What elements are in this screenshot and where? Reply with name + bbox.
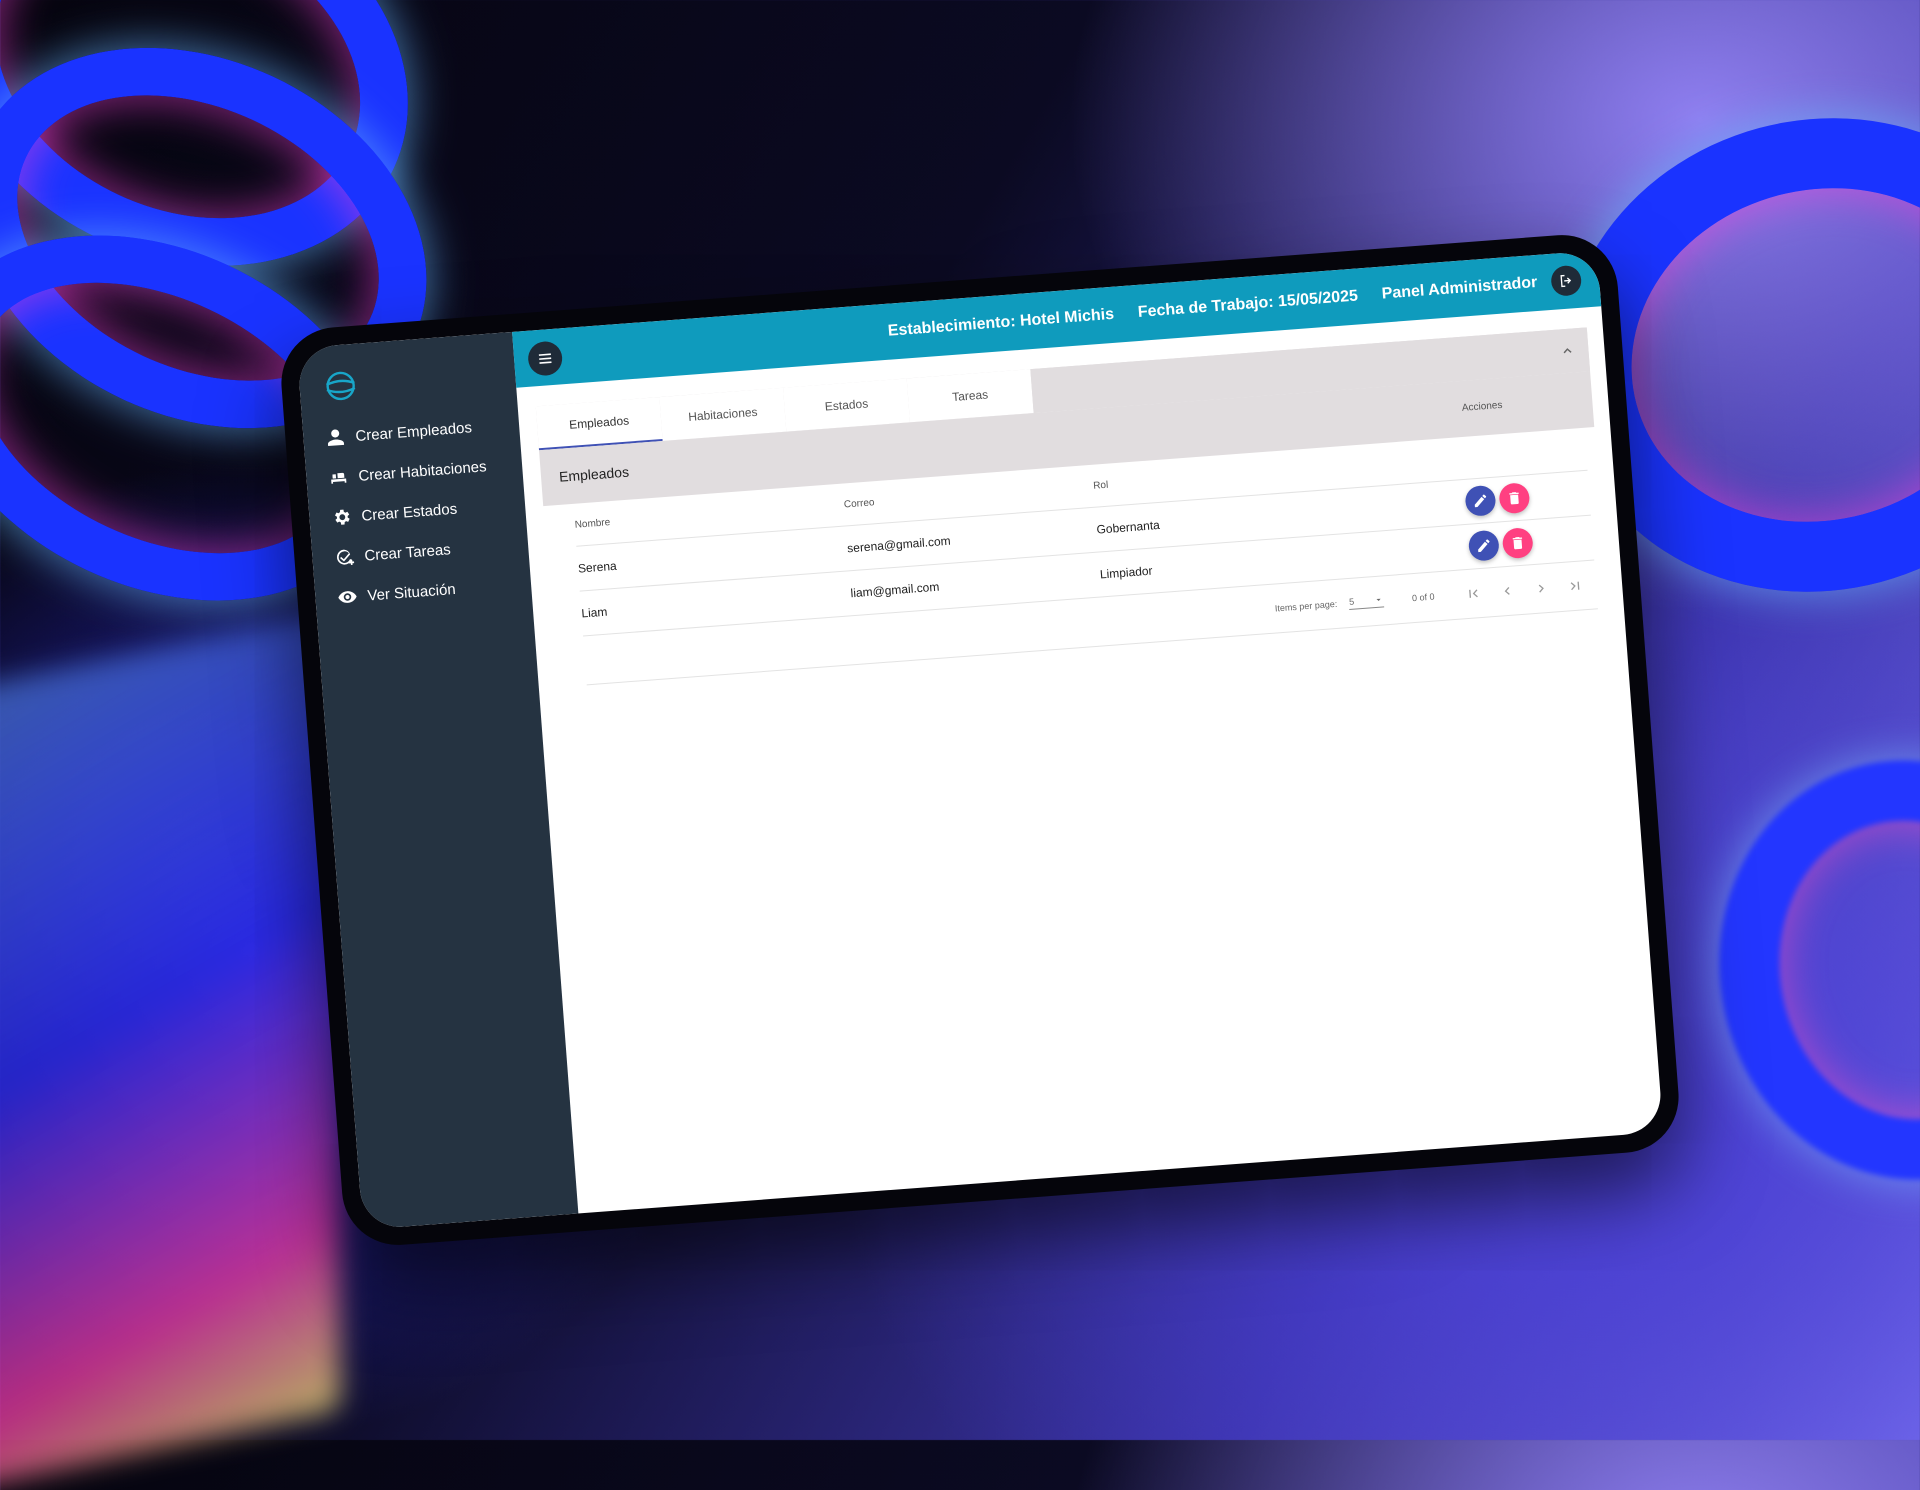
chevron-left-icon [1504,586,1510,595]
background-ring-shape [0,0,474,339]
app-screen: Crear Empleados Crear Habitaciones Crear… [296,250,1664,1230]
page-range-label: 0 of 0 [1411,591,1435,604]
cell-correo: serena@gmail.com [846,533,952,556]
column-header-rol: Rol [1092,479,1109,492]
sidebar-item-label: Crear Tareas [363,540,452,565]
background-prism-shape [0,609,340,1490]
cell-rol: Limpiador [1099,563,1154,582]
column-header-correo: Correo [843,496,875,511]
sidebar-item-label: Ver Situación [366,580,457,604]
person-icon [327,429,345,447]
first-page-button[interactable] [1462,582,1486,606]
task-add-icon [337,549,355,566]
cell-nombre: Serena [577,558,618,576]
chevron-up-icon [1563,348,1572,354]
sidebar-item-label: Crear Estados [360,500,458,525]
tablet-frame: Crear Empleados Crear Habitaciones Crear… [277,231,1683,1249]
gear-icon [335,509,350,525]
pencil-icon [1474,494,1487,508]
cell-nombre: Liam [580,604,608,621]
next-page-button[interactable] [1529,577,1553,601]
establishment-label: Establecimiento: Hotel Michis [887,305,1115,340]
panel-label: Panel Administrador [1381,273,1538,303]
panel-title: Empleados [558,463,630,485]
previous-page-button[interactable] [1496,579,1520,603]
menu-toggle-button[interactable] [526,340,564,377]
page-size-select[interactable]: 5 [1348,593,1385,610]
trash-icon [1512,537,1523,550]
edit-button[interactable] [1467,529,1500,562]
hamburger-icon [538,353,552,364]
page-size-value: 5 [1348,596,1355,607]
logout-icon [1560,274,1572,288]
sidebar-item-label: Crear Habitaciones [357,457,488,485]
row-actions [1418,523,1594,566]
delete-button[interactable] [1498,482,1531,515]
main-area: Establecimiento: Hotel Michis Fecha de T… [512,250,1663,1213]
chevron-right-icon [1538,584,1544,593]
delete-button[interactable] [1501,527,1534,560]
bed-icon [330,472,347,484]
background-cylinder-shape [1686,730,1920,1210]
row-actions [1415,478,1591,521]
last-page-icon [1570,581,1580,591]
eye-icon [338,591,357,603]
column-header-nombre: Nombre [574,516,611,531]
items-per-page-label: Items per page: [1274,598,1338,614]
sidebar-item-label: Crear Empleados [354,418,473,445]
logo-icon [325,371,356,401]
cell-correo: liam@gmail.com [850,579,940,601]
dropdown-arrow-icon [1376,598,1382,601]
edit-button[interactable] [1464,484,1497,517]
last-page-button[interactable] [1563,574,1587,598]
pencil-icon [1478,539,1490,553]
logout-button[interactable] [1550,264,1583,297]
cell-rol: Gobernanta [1096,517,1161,537]
trash-icon [1509,492,1519,505]
work-date-label: Fecha de Trabajo: 15/05/2025 [1137,287,1359,321]
sidebar-nav: Crear Empleados Crear Habitaciones Crear… [324,406,497,617]
first-page-icon [1469,589,1478,598]
